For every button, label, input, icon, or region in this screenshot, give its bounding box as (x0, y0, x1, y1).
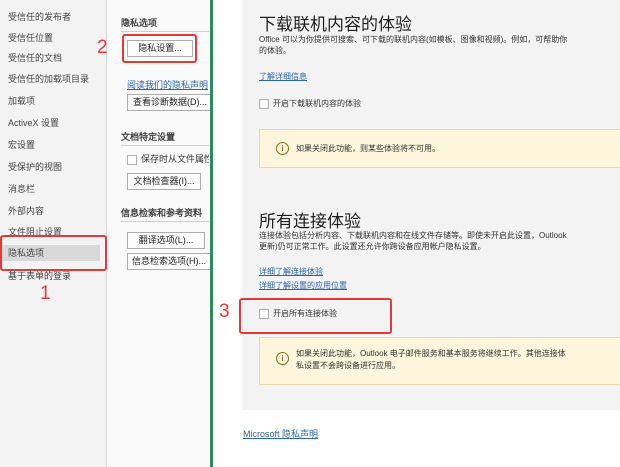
research-options-button[interactable]: 信息检索选项(H)... (127, 253, 211, 270)
document-specific-heading: 文档特定设置 (121, 132, 176, 142)
connected-info-text: 如果关闭此功能，Outlook 电子邮件服务和基本服务将继续工作。其他连接体 (296, 349, 566, 358)
nav-item-trusted-documents[interactable]: 受信任的文档 (8, 50, 104, 66)
learn-more-link[interactable]: 了解详细信息 (259, 71, 307, 82)
connected-info-text-cont: 私设置不会跨设备进行应用。 (296, 361, 400, 370)
section-divider (121, 221, 209, 222)
connected-experiences-heading: 所有连接体验 (259, 212, 361, 231)
nav-item-trusted-publishers[interactable]: 受信任的发布者 (8, 9, 104, 25)
privacy-options-panel: 隐私选项 隐私设置... 阅读我们的隐私声明 查看诊断数据(D)... 文档特定… (107, 0, 213, 467)
connected-experiences-description: 连接体验包括分析内容、下载联机内容和在线文件存储等。即使未开启此设置，Outlo… (259, 231, 567, 240)
trust-center-nav: 受信任的发布者 受信任位置 受信任的文档 受信任的加载项目录 加载项 Activ… (0, 0, 107, 467)
privacy-options-heading: 隐私选项 (121, 18, 158, 28)
nav-item-macro-settings[interactable]: 宏设置 (8, 137, 104, 153)
section-divider (121, 145, 209, 146)
read-privacy-statement-link[interactable]: 阅读我们的隐私声明 (127, 78, 209, 91)
annotation-box-1 (0, 235, 107, 271)
microsoft-privacy-statement-link[interactable]: Microsoft 隐私声明 (243, 427, 318, 440)
research-reference-heading: 信息检索和参考资料 (121, 208, 203, 218)
section-divider (121, 31, 209, 32)
nav-item-external-content[interactable]: 外部内容 (8, 203, 104, 219)
download-info-text: 如果关闭此功能，则某些体验将不可用。 (296, 144, 440, 153)
nav-item-addins[interactable]: 加载项 (8, 93, 104, 109)
nav-item-trusted-locations[interactable]: 受信任位置 (8, 30, 104, 46)
nav-item-trusted-addin-catalogs[interactable]: 受信任的加载项目录 (8, 71, 104, 87)
nav-item-message-bar[interactable]: 消息栏 (8, 181, 104, 197)
nav-item-activex[interactable]: ActiveX 设置 (8, 115, 104, 131)
remove-personal-info-label: 保存时从文件属性中删除 (141, 154, 209, 164)
annotation-number-2: 2 (97, 37, 108, 58)
download-content-heading: 下载联机内容的体验 (259, 15, 412, 34)
view-diagnostic-data-button[interactable]: 查看诊断数据(D)... (127, 94, 213, 111)
info-icon: i (276, 352, 289, 365)
nav-item-protected-view[interactable]: 受保护的视图 (8, 159, 104, 175)
connected-experiences-description-cont: 更新)仍可正常工作。此设置还允许你跨设备应用帐户隐私设置。 (259, 242, 486, 251)
learn-settings-location-link[interactable]: 详细了解设置的应用位置 (259, 280, 347, 291)
enable-download-content-checkbox[interactable] (259, 99, 269, 109)
learn-connected-experiences-link[interactable]: 详细了解连接体验 (259, 266, 323, 277)
annotation-box-3 (239, 298, 392, 334)
annotation-number-3: 3 (219, 301, 230, 322)
remove-personal-info-checkbox[interactable] (127, 155, 137, 165)
download-content-description: Office 可以为你提供可搜索、可下载的联机内容(如模板、图像和视频)。例如，… (259, 35, 568, 44)
download-content-description-cont: 的体验。 (259, 46, 291, 55)
document-inspector-button[interactable]: 文档检查器(I)... (127, 173, 201, 190)
download-info-banner: i 如果关闭此功能，则某些体验将不可用。 (259, 129, 620, 168)
info-icon: i (276, 142, 289, 155)
annotation-box-2 (122, 34, 197, 63)
enable-download-content-label: 开启下载联机内容的体验 (273, 99, 361, 108)
annotation-number-1: 1 (40, 283, 51, 304)
connected-info-banner: i 如果关闭此功能，Outlook 电子邮件服务和基本服务将继续工作。其他连接体… (259, 337, 620, 385)
translation-options-button[interactable]: 翻译选项(L)... (127, 232, 205, 249)
